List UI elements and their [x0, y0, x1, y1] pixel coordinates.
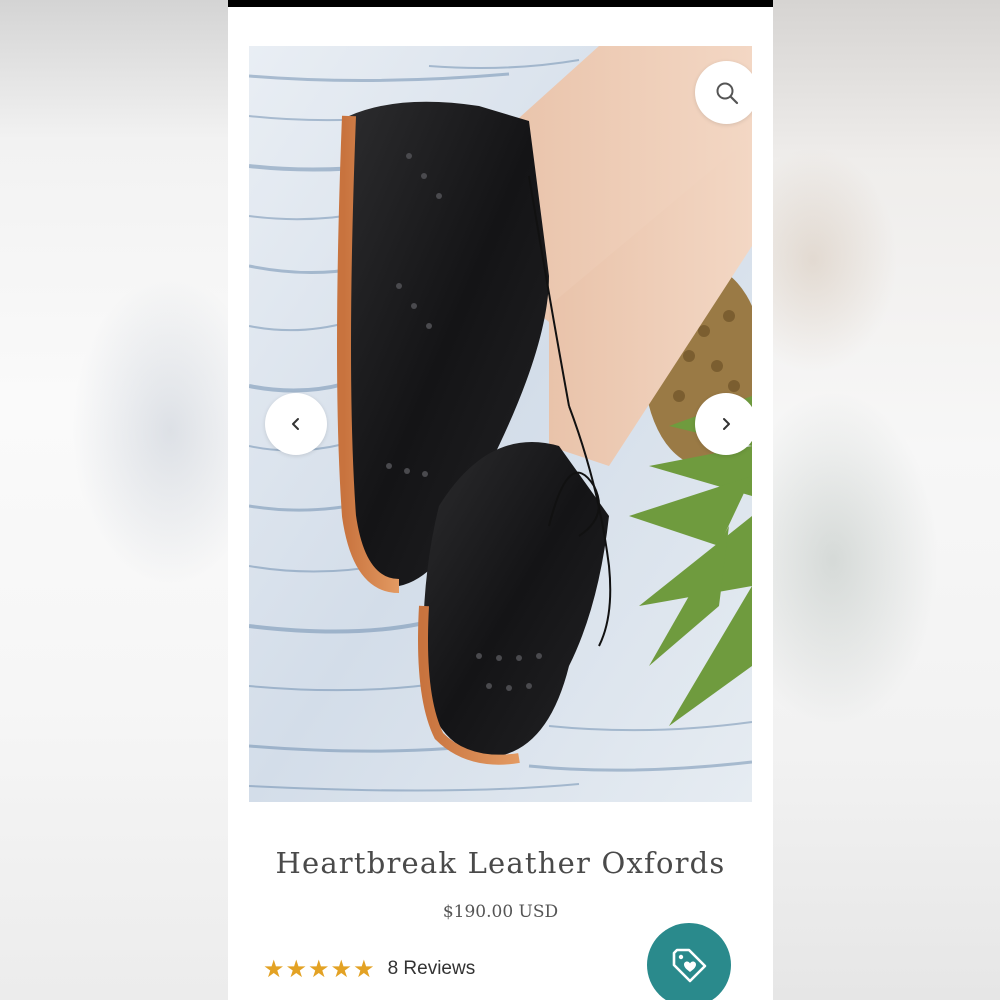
tag-button[interactable]: [647, 923, 731, 1000]
next-image-button[interactable]: [695, 393, 752, 455]
tag-heart-icon: [672, 948, 707, 983]
phone-screen: Heartbreak Leather Oxfords $190.00 USD ★…: [228, 0, 773, 1000]
zoom-button[interactable]: [695, 61, 752, 124]
star-icon: ★: [263, 955, 285, 983]
chevron-left-icon: [292, 418, 299, 430]
product-image-gallery[interactable]: [249, 46, 752, 802]
product-rating: ★ ★ ★ ★ ★ 8 Reviews: [263, 957, 475, 981]
left-background-blur: [0, 0, 228, 1000]
status-bar: [228, 0, 773, 7]
star-icon: ★: [353, 955, 375, 983]
product-price: $190.00 USD: [442, 902, 559, 922]
search-icon: [716, 82, 738, 104]
star-icon: ★: [285, 955, 308, 983]
right-background-blur: [773, 0, 1000, 1000]
star-icon: ★: [330, 955, 353, 983]
chevron-right-icon: [723, 418, 730, 430]
product-title: Heartbreak Leather Oxfords: [275, 846, 726, 880]
rating-stars: ★ ★ ★ ★ ★: [263, 957, 375, 981]
reviews-link[interactable]: 8 Reviews: [388, 958, 476, 980]
previous-image-button[interactable]: [265, 393, 327, 455]
star-icon: ★: [308, 955, 330, 983]
